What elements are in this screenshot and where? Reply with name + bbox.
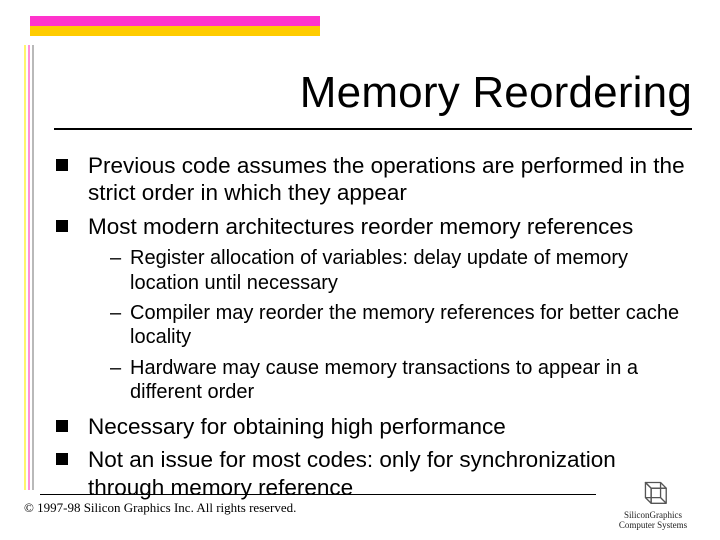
bullet-item: Necessary for obtaining high performance [56, 413, 692, 440]
logo-text-line2: Computer Systems [600, 521, 706, 530]
decor-bar-yellow [30, 26, 320, 36]
sgi-cube-icon [634, 474, 672, 508]
sub-bullet-item: – Register allocation of variables: dela… [110, 246, 692, 295]
footer-divider [40, 494, 596, 495]
bullet-text: Previous code assumes the operations are… [88, 152, 692, 207]
slide-title: Memory Reordering [300, 68, 692, 118]
bullet-text: Most modern architectures reorder memory… [88, 213, 692, 240]
decor-vline-pink [28, 45, 30, 490]
square-bullet-icon [56, 420, 68, 432]
square-bullet-icon [56, 220, 68, 232]
bullet-text: Necessary for obtaining high performance [88, 413, 692, 440]
sgi-logo: SiliconGraphics Computer Systems [600, 474, 706, 530]
sub-bullet-list: – Register allocation of variables: dela… [110, 246, 692, 404]
bullet-item: Most modern architectures reorder memory… [56, 213, 692, 240]
decor-bar-magenta [30, 16, 320, 26]
square-bullet-icon [56, 453, 68, 465]
sub-bullet-text: Register allocation of variables: delay … [130, 246, 692, 295]
copyright-text: © 1997-98 Silicon Graphics Inc. All righ… [24, 500, 296, 516]
decor-vline-gray [32, 45, 34, 490]
sub-bullet-text: Hardware may cause memory transactions t… [130, 356, 692, 405]
sub-bullet-text: Compiler may reorder the memory referenc… [130, 301, 692, 350]
slide-body: Previous code assumes the operations are… [56, 152, 692, 507]
slide: Memory Reordering Previous code assumes … [0, 0, 720, 540]
sub-bullet-item: – Hardware may cause memory transactions… [110, 356, 692, 405]
title-underline [54, 128, 692, 130]
bullet-item: Not an issue for most codes: only for sy… [56, 446, 692, 501]
dash-bullet-icon: – [110, 301, 124, 350]
dash-bullet-icon: – [110, 246, 124, 295]
bullet-item: Previous code assumes the operations are… [56, 152, 692, 207]
dash-bullet-icon: – [110, 356, 124, 405]
square-bullet-icon [56, 159, 68, 171]
sub-bullet-item: – Compiler may reorder the memory refere… [110, 301, 692, 350]
decor-vline-yellow [24, 45, 26, 490]
